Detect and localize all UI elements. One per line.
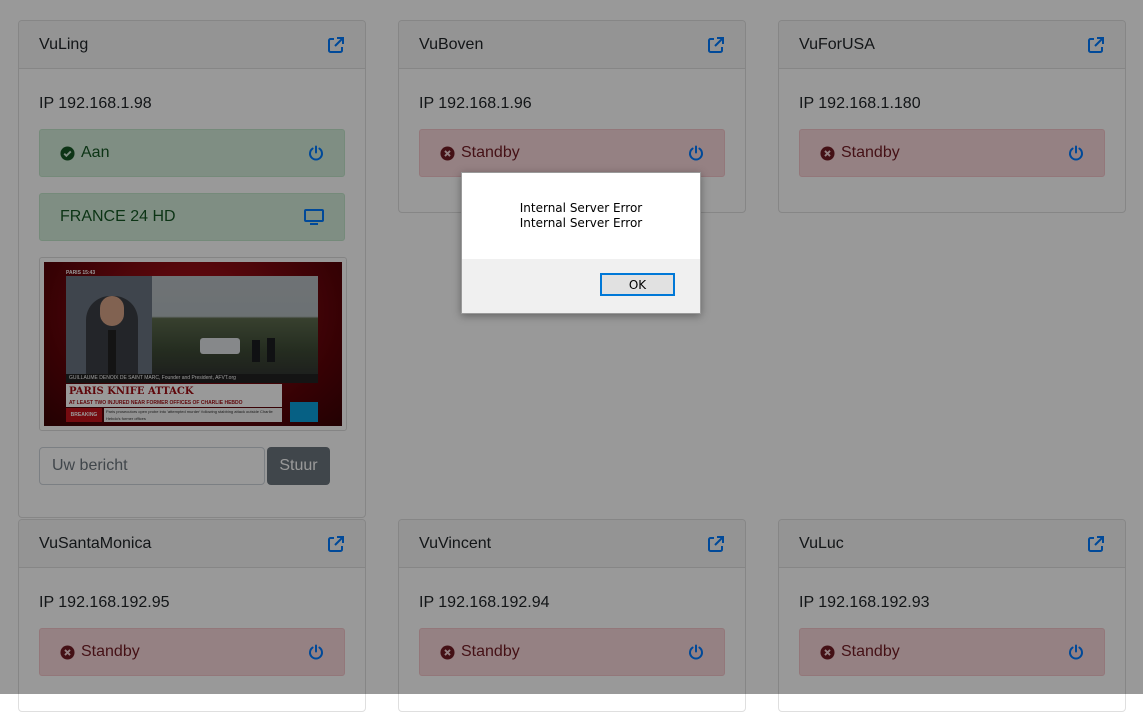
- alert-dialog: Internal Server Error Internal Server Er…: [461, 172, 701, 314]
- dialog-message-line-1: Internal Server Error: [519, 201, 643, 215]
- ok-button[interactable]: OK: [600, 273, 675, 296]
- dialog-message-line-2: Internal Server Error: [519, 216, 643, 230]
- dialog-message: Internal Server Error Internal Server Er…: [462, 173, 700, 259]
- dialog-footer: OK: [462, 259, 700, 314]
- modal-backdrop: [0, 0, 1143, 694]
